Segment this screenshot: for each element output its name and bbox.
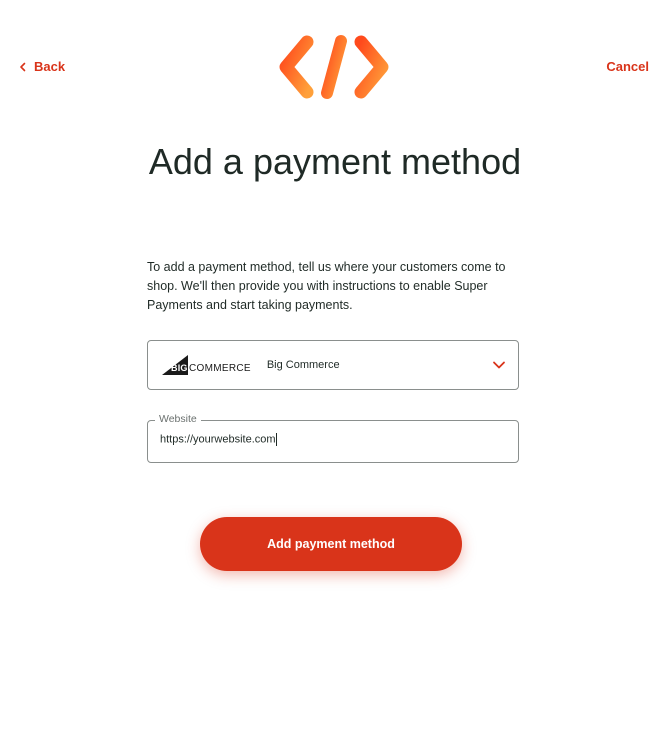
page-title: Add a payment method <box>148 141 522 182</box>
website-input[interactable]: https://yourwebsite.com <box>160 433 500 446</box>
cancel-link[interactable]: Cancel <box>606 59 649 74</box>
website-field[interactable]: Website https://yourwebsite.com <box>147 413 519 463</box>
chevron-down-icon <box>493 361 505 369</box>
back-label: Back <box>34 59 66 74</box>
bigcommerce-mark-icon: BIG <box>162 355 188 375</box>
bigcommerce-logo: BIG COMMERCE <box>162 354 251 376</box>
text-caret <box>275 433 277 446</box>
platform-select[interactable]: BIG COMMERCE Big Commerce <box>147 340 519 390</box>
bigcommerce-logo-commerce: COMMERCE <box>189 363 251 374</box>
page-description: To add a payment method, tell us where y… <box>147 260 506 312</box>
website-input-value: https://yourwebsite.com <box>160 433 276 446</box>
website-field-label: Website <box>155 413 201 425</box>
bigcommerce-logo-big: BIG <box>171 363 188 373</box>
back-link[interactable]: Back <box>18 59 65 74</box>
add-payment-method-button[interactable]: Add payment method <box>200 517 462 571</box>
payment-method-page: Back Cancel Add a payment method To add … <box>0 0 670 738</box>
code-brackets-logo-icon <box>279 35 389 99</box>
chevron-left-icon <box>20 62 26 71</box>
platform-select-value: Big Commerce <box>266 359 340 371</box>
